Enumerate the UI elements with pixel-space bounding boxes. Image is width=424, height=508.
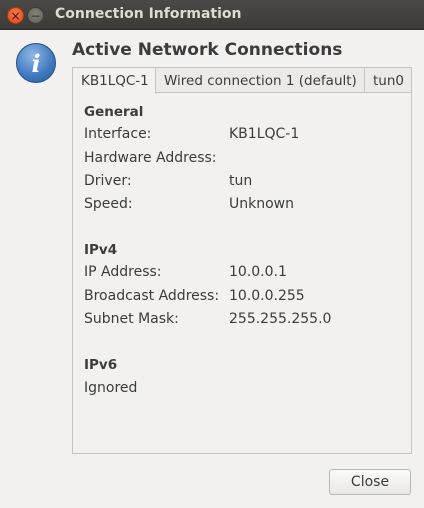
window-close-icon[interactable]: × bbox=[7, 7, 24, 24]
ipv4-section-title: IPv4 bbox=[84, 242, 118, 258]
driver-value: tun bbox=[229, 173, 253, 189]
driver-label: Driver: bbox=[84, 173, 132, 189]
tab-label: tun0 bbox=[373, 72, 404, 89]
tab-kb1lqc-1[interactable]: KB1LQC-1 bbox=[72, 67, 156, 94]
speed-value: Unknown bbox=[229, 196, 294, 212]
tab-tun0[interactable]: tun0 bbox=[364, 67, 412, 93]
tab-label: Wired connection 1 (default) bbox=[164, 72, 357, 89]
tab-label: KB1LQC-1 bbox=[81, 73, 149, 89]
information-icon: i bbox=[16, 43, 56, 83]
interface-value: KB1LQC-1 bbox=[229, 126, 300, 142]
ipv6-section-title: IPv6 bbox=[84, 357, 118, 373]
ipv6-status: Ignored bbox=[84, 380, 138, 396]
ip-address-value: 10.0.0.1 bbox=[229, 264, 287, 280]
general-section-title: General bbox=[84, 104, 144, 120]
title-bar: × − Connection Information bbox=[0, 0, 424, 30]
broadcast-address-label: Broadcast Address: bbox=[84, 288, 220, 304]
window-title: Connection Information bbox=[55, 6, 242, 22]
speed-label: Speed: bbox=[84, 196, 133, 212]
subnet-mask-label: Subnet Mask: bbox=[84, 311, 179, 327]
tab-wired-connection-1[interactable]: Wired connection 1 (default) bbox=[155, 67, 365, 93]
interface-label: Interface: bbox=[84, 126, 152, 142]
dialog-heading: Active Network Connections bbox=[72, 40, 343, 60]
hardware-address-label: Hardware Address: bbox=[84, 150, 217, 166]
broadcast-address-value: 10.0.0.255 bbox=[229, 288, 305, 304]
ip-address-label: IP Address: bbox=[84, 264, 162, 280]
close-button[interactable]: Close bbox=[329, 469, 411, 495]
window-minimize-icon[interactable]: − bbox=[27, 7, 44, 24]
subnet-mask-value: 255.255.255.0 bbox=[229, 311, 332, 327]
